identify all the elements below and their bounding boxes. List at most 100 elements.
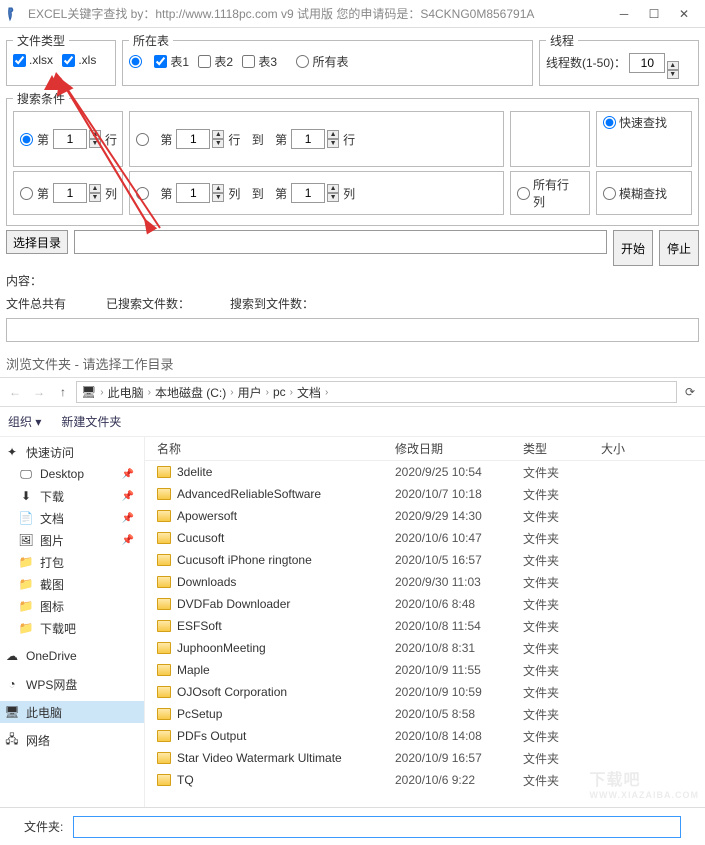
thread-input[interactable] xyxy=(629,53,665,73)
col-from-input[interactable] xyxy=(176,183,210,203)
table-radio-current[interactable] xyxy=(129,55,145,68)
table1-checkbox[interactable]: 表1 xyxy=(154,53,189,70)
pin-icon: 📌 xyxy=(122,469,134,480)
file-row[interactable]: ESFSoft2020/10/8 11:54文件夹 xyxy=(145,615,705,637)
col-type[interactable]: 类型 xyxy=(523,440,601,457)
sidebar-item[interactable]: 🖵Desktop📌 xyxy=(0,463,144,485)
thread-spinner[interactable]: ▲▼ xyxy=(667,61,679,79)
window-title: EXCEL关键字查找 by：http://www.1118pc.com v9 试… xyxy=(28,5,609,22)
fast-search-radio[interactable]: 快速查找 xyxy=(603,114,667,131)
filename-bar: 文件夹: xyxy=(0,807,705,845)
file-row[interactable]: Maple2020/10/9 11:55文件夹 xyxy=(145,659,705,681)
file-row[interactable]: TQ2020/10/6 9:22文件夹 xyxy=(145,769,705,791)
maximize-button[interactable]: ☐ xyxy=(639,0,669,28)
pc-icon: 🖥 xyxy=(81,385,96,399)
refresh-button[interactable]: ⟳ xyxy=(679,381,701,403)
col-single-radio[interactable] xyxy=(20,187,33,200)
sidebar-onedrive[interactable]: ☁OneDrive xyxy=(0,645,144,667)
col-name[interactable]: 名称 xyxy=(145,440,395,457)
sidebar-item[interactable]: 📄文档📌 xyxy=(0,507,144,529)
sidebar-item[interactable]: ⬇下载📌 xyxy=(0,485,144,507)
stop-button[interactable]: 停止 xyxy=(659,230,699,266)
searched-files-label: 已搜索文件数： xyxy=(106,295,190,312)
row-single-radio[interactable] xyxy=(20,133,33,146)
sidebar-network[interactable]: 🖧网络 xyxy=(0,729,144,751)
network-icon: 🖧 xyxy=(4,732,20,748)
folder-icon: 📁 xyxy=(18,598,34,614)
col-size[interactable]: 大小 xyxy=(601,440,661,457)
pin-icon: 📌 xyxy=(122,491,134,502)
file-list: 名称 修改日期 类型 大小 3delite2020/9/25 10:54文件夹A… xyxy=(145,437,705,807)
sidebar-wps[interactable]: ◔WPS网盘 xyxy=(0,673,144,695)
folder-icon: 📁 xyxy=(18,576,34,592)
file-row[interactable]: Downloads2020/9/30 11:03文件夹 xyxy=(145,571,705,593)
file-row[interactable]: Apowersoft2020/9/29 14:30文件夹 xyxy=(145,505,705,527)
row-range-group: 第 ▲▼ 行 到 第 ▲▼ 行 xyxy=(129,111,504,167)
col-single-input[interactable] xyxy=(53,183,87,203)
folder-icon xyxy=(157,774,171,786)
sidebar-item[interactable]: 📁下载吧 xyxy=(0,617,144,639)
sidebar-quick-access[interactable]: ✦快速访问 xyxy=(0,441,144,463)
file-row[interactable]: 3delite2020/9/25 10:54文件夹 xyxy=(145,461,705,483)
col-range-radio[interactable] xyxy=(136,187,149,200)
sidebar-item[interactable]: 📁打包 xyxy=(0,551,144,573)
all-rowcol-radio[interactable]: 所有行列 xyxy=(517,176,577,210)
table-legend: 所在表 xyxy=(129,32,173,49)
sidebar-item[interactable]: 📁图标 xyxy=(0,595,144,617)
file-list-header: 名称 修改日期 类型 大小 xyxy=(145,437,705,461)
folder-icon xyxy=(157,620,171,632)
thread-label: 线程数(1-50)： xyxy=(546,56,626,70)
folder-icon xyxy=(157,664,171,676)
file-row[interactable]: DVDFab Downloader2020/10/6 8:48文件夹 xyxy=(145,593,705,615)
folder-icon: 🖵 xyxy=(18,466,34,482)
dir-input[interactable] xyxy=(74,230,607,254)
row-to-input[interactable] xyxy=(291,129,325,149)
file-row[interactable]: OJOsoft Corporation2020/10/9 10:59文件夹 xyxy=(145,681,705,703)
results-box xyxy=(6,318,699,342)
organize-button[interactable]: 组织 ▾ xyxy=(8,413,41,430)
sidebar-item[interactable]: 📁截图 xyxy=(0,573,144,595)
folder-icon xyxy=(157,576,171,588)
file-row[interactable]: Star Video Watermark Ultimate2020/10/9 1… xyxy=(145,747,705,769)
fuzzy-search-radio[interactable]: 模糊查找 xyxy=(603,185,667,202)
nav-forward-button[interactable]: → xyxy=(28,381,50,403)
filename-input[interactable] xyxy=(73,816,681,838)
all-tables-radio[interactable]: 所有表 xyxy=(296,53,348,70)
folder-icon xyxy=(157,708,171,720)
row-range-radio[interactable] xyxy=(136,133,149,146)
table3-checkbox[interactable]: 表3 xyxy=(242,53,277,70)
breadcrumb[interactable]: 🖥 › 此电脑› 本地磁盘 (C:)› 用户› pc› 文档› xyxy=(76,381,677,403)
file-row[interactable]: Cucusoft iPhone ringtone2020/10/5 16:57文… xyxy=(145,549,705,571)
nav-up-button[interactable]: ↑ xyxy=(52,381,74,403)
row-single-group: 第 ▲▼ 行 xyxy=(13,111,123,167)
row-from-input[interactable] xyxy=(176,129,210,149)
col-date[interactable]: 修改日期 xyxy=(395,440,523,457)
file-row[interactable]: AdvancedReliableSoftware2020/10/7 10:18文… xyxy=(145,483,705,505)
minimize-button[interactable]: ─ xyxy=(609,0,639,28)
sidebar-thispc[interactable]: 🖥此电脑 xyxy=(0,701,144,723)
found-files-label: 搜索到文件数： xyxy=(230,295,314,312)
select-dir-button[interactable]: 选择目录 xyxy=(6,230,68,254)
xlsx-checkbox[interactable]: .xlsx xyxy=(13,53,53,67)
folder-icon xyxy=(157,686,171,698)
pin-icon: 📌 xyxy=(122,513,134,524)
row-single-input[interactable] xyxy=(53,129,87,149)
file-row[interactable]: JuphoonMeeting2020/10/8 8:31文件夹 xyxy=(145,637,705,659)
start-button[interactable]: 开始 xyxy=(613,230,653,266)
folder-icon: 🖼 xyxy=(18,532,34,548)
file-row[interactable]: PcSetup2020/10/5 8:58文件夹 xyxy=(145,703,705,725)
folder-icon xyxy=(157,510,171,522)
col-to-input[interactable] xyxy=(291,183,325,203)
new-folder-button[interactable]: 新建文件夹 xyxy=(61,413,121,430)
app-icon xyxy=(6,6,22,22)
sidebar-item[interactable]: 🖼图片📌 xyxy=(0,529,144,551)
table2-checkbox[interactable]: 表2 xyxy=(198,53,233,70)
close-button[interactable]: ✕ xyxy=(669,0,699,28)
breadcrumb-bar: ← → ↑ 🖥 › 此电脑› 本地磁盘 (C:)› 用户› pc› 文档› ⟳ xyxy=(0,377,705,407)
file-row[interactable]: PDFs Output2020/10/8 14:08文件夹 xyxy=(145,725,705,747)
xls-checkbox[interactable]: .xls xyxy=(62,53,96,67)
total-files-label: 文件总共有 xyxy=(6,295,66,312)
col-single-group: 第 ▲▼ 列 xyxy=(13,171,123,215)
file-row[interactable]: Cucusoft2020/10/6 10:47文件夹 xyxy=(145,527,705,549)
nav-back-button[interactable]: ← xyxy=(4,381,26,403)
